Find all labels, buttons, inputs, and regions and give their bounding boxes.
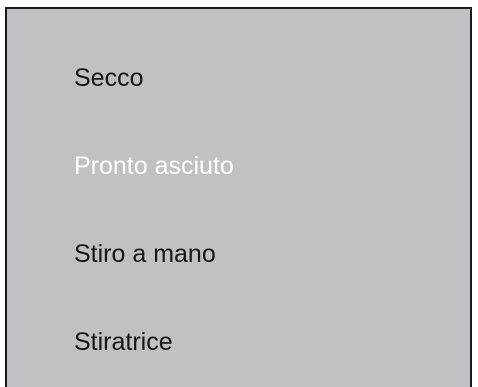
menu-option-stiro-a-mano[interactable]: Stiro a mano [74, 239, 216, 269]
menu-option-pronto-asciuto[interactable]: Pronto asciuto [74, 151, 234, 181]
drying-level-menu: Secco Pronto asciuto Stiro a mano Stirat… [5, 7, 472, 387]
menu-option-stiratrice[interactable]: Stiratrice [74, 327, 173, 357]
menu-option-secco[interactable]: Secco [74, 63, 143, 93]
